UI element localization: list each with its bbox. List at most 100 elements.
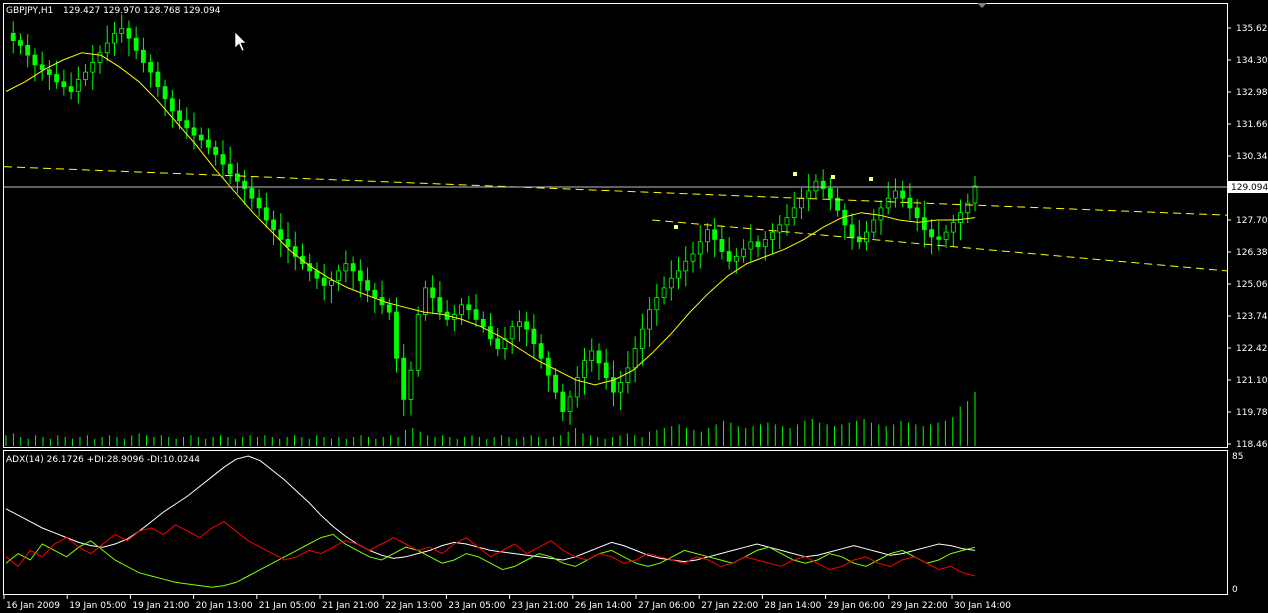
candle-body	[408, 369, 414, 400]
candle-body	[155, 71, 161, 88]
current-price-label: 129.094	[1231, 183, 1268, 193]
candle-body	[495, 338, 501, 349]
candle-body	[336, 270, 342, 282]
candle-body	[285, 238, 291, 248]
chart-canvas[interactable]: 129.094 GBPJPY,H1 129.427 129.970 128.76…	[0, 0, 1268, 613]
candle-body	[589, 350, 595, 362]
time-tick-label: 28 Jan 14:00	[764, 601, 821, 611]
candle-body	[813, 180, 819, 192]
price-tick-label: 119.780	[1236, 408, 1268, 418]
candle-body	[25, 45, 31, 56]
price-tick-label: 135.620	[1236, 24, 1268, 34]
candle-body	[705, 229, 710, 243]
shift-marker-icon[interactable]	[977, 3, 987, 8]
candle-body	[929, 229, 935, 238]
candle-body	[661, 287, 667, 298]
candle-body	[791, 207, 797, 218]
candle-body	[849, 224, 855, 238]
candle-body	[654, 297, 660, 311]
candle-body	[560, 391, 566, 412]
candle-body	[343, 263, 349, 272]
candle-body	[733, 255, 739, 262]
time-tick-label: 19 Jan 05:00	[69, 601, 126, 611]
price-tick-label: 130.340	[1236, 152, 1268, 162]
time-tick-label: 20 Jan 13:00	[196, 601, 253, 611]
candle-body	[921, 217, 927, 231]
candle-body	[480, 318, 486, 328]
candle-body	[83, 71, 88, 80]
indicator-scale-top: 85	[1232, 452, 1243, 462]
trendline	[652, 219, 1228, 272]
candle-body	[32, 54, 38, 66]
candle-body	[372, 289, 378, 298]
candle-body	[357, 270, 363, 282]
candle-body	[936, 236, 942, 240]
time-tick-label: 29 Jan 06:00	[828, 601, 885, 611]
candle-body	[618, 382, 624, 393]
candle-body	[900, 190, 906, 199]
candle-body	[415, 314, 421, 371]
candle-body	[466, 304, 472, 311]
trendline	[3, 166, 1228, 216]
candle-body	[567, 396, 573, 412]
candle-body	[112, 32, 117, 44]
candle-body	[871, 219, 877, 233]
candle-body	[676, 270, 681, 279]
candle-body	[329, 280, 334, 286]
price-tick-label: 125.060	[1236, 280, 1268, 290]
candle-body	[39, 64, 45, 71]
time-tick-label: 30 Jan 14:00	[954, 601, 1011, 611]
candle-body	[126, 28, 132, 39]
candle-body	[878, 207, 884, 221]
price-tick-label: 118.460	[1236, 440, 1268, 450]
candle-body	[278, 229, 284, 240]
candle-body	[726, 251, 732, 262]
candle-body	[531, 328, 537, 345]
candle-body	[683, 260, 689, 272]
trendline-anchor	[869, 177, 873, 181]
volume-bars	[5, 392, 976, 446]
candle-body	[249, 188, 255, 199]
candle-body	[119, 28, 125, 34]
candle-body	[668, 277, 674, 289]
candle-body	[263, 207, 269, 221]
time-axis: 16 Jan 2009 19 Jan 05:00 19 Jan 21:00 20 Ja…	[3, 595, 1011, 611]
candle-body	[856, 236, 862, 243]
time-tick-label: 19 Jan 21:00	[132, 601, 189, 611]
candle-body	[350, 263, 356, 272]
candle-body	[943, 231, 949, 240]
price-tick-label: 126.380	[1236, 248, 1268, 258]
indicator-header: ADX(14) 26.1726 +DI:28.9096 -DI:10.0244	[6, 455, 200, 465]
candle-body	[206, 139, 211, 148]
candle-body	[524, 321, 530, 330]
candle-body	[719, 238, 725, 252]
time-tick-label: 27 Jan 22:00	[701, 601, 758, 611]
candle-body	[741, 248, 746, 257]
time-tick-label: 26 Jan 14:00	[575, 601, 632, 611]
candle-body	[198, 134, 204, 141]
candle-body	[799, 197, 804, 209]
candle-body	[950, 222, 956, 233]
time-tick-label: 29 Jan 22:00	[891, 601, 948, 611]
candle-body	[68, 86, 74, 92]
price-axis: 135.620 134.300 132.980 131.660 130.340 127.7…	[1227, 24, 1268, 450]
candle-body	[133, 37, 139, 51]
candle-body	[18, 40, 23, 46]
time-tick-label: 23 Jan 05:00	[448, 601, 505, 611]
candle-body	[864, 231, 869, 243]
candle-body	[914, 207, 920, 218]
trendline-anchor	[674, 225, 678, 229]
candle-body	[423, 287, 428, 315]
candle-body	[213, 146, 219, 155]
candle-body	[784, 217, 790, 226]
candle-body	[603, 362, 609, 378]
mouse-cursor-icon	[234, 31, 247, 52]
candle-body	[61, 81, 67, 88]
price-tick-label: 132.980	[1236, 88, 1268, 98]
candle-body	[582, 360, 587, 378]
candle-body	[632, 348, 638, 369]
candle-body	[755, 241, 761, 248]
candle-body	[907, 197, 913, 209]
candle-body	[177, 110, 182, 122]
candle-body	[227, 163, 233, 175]
